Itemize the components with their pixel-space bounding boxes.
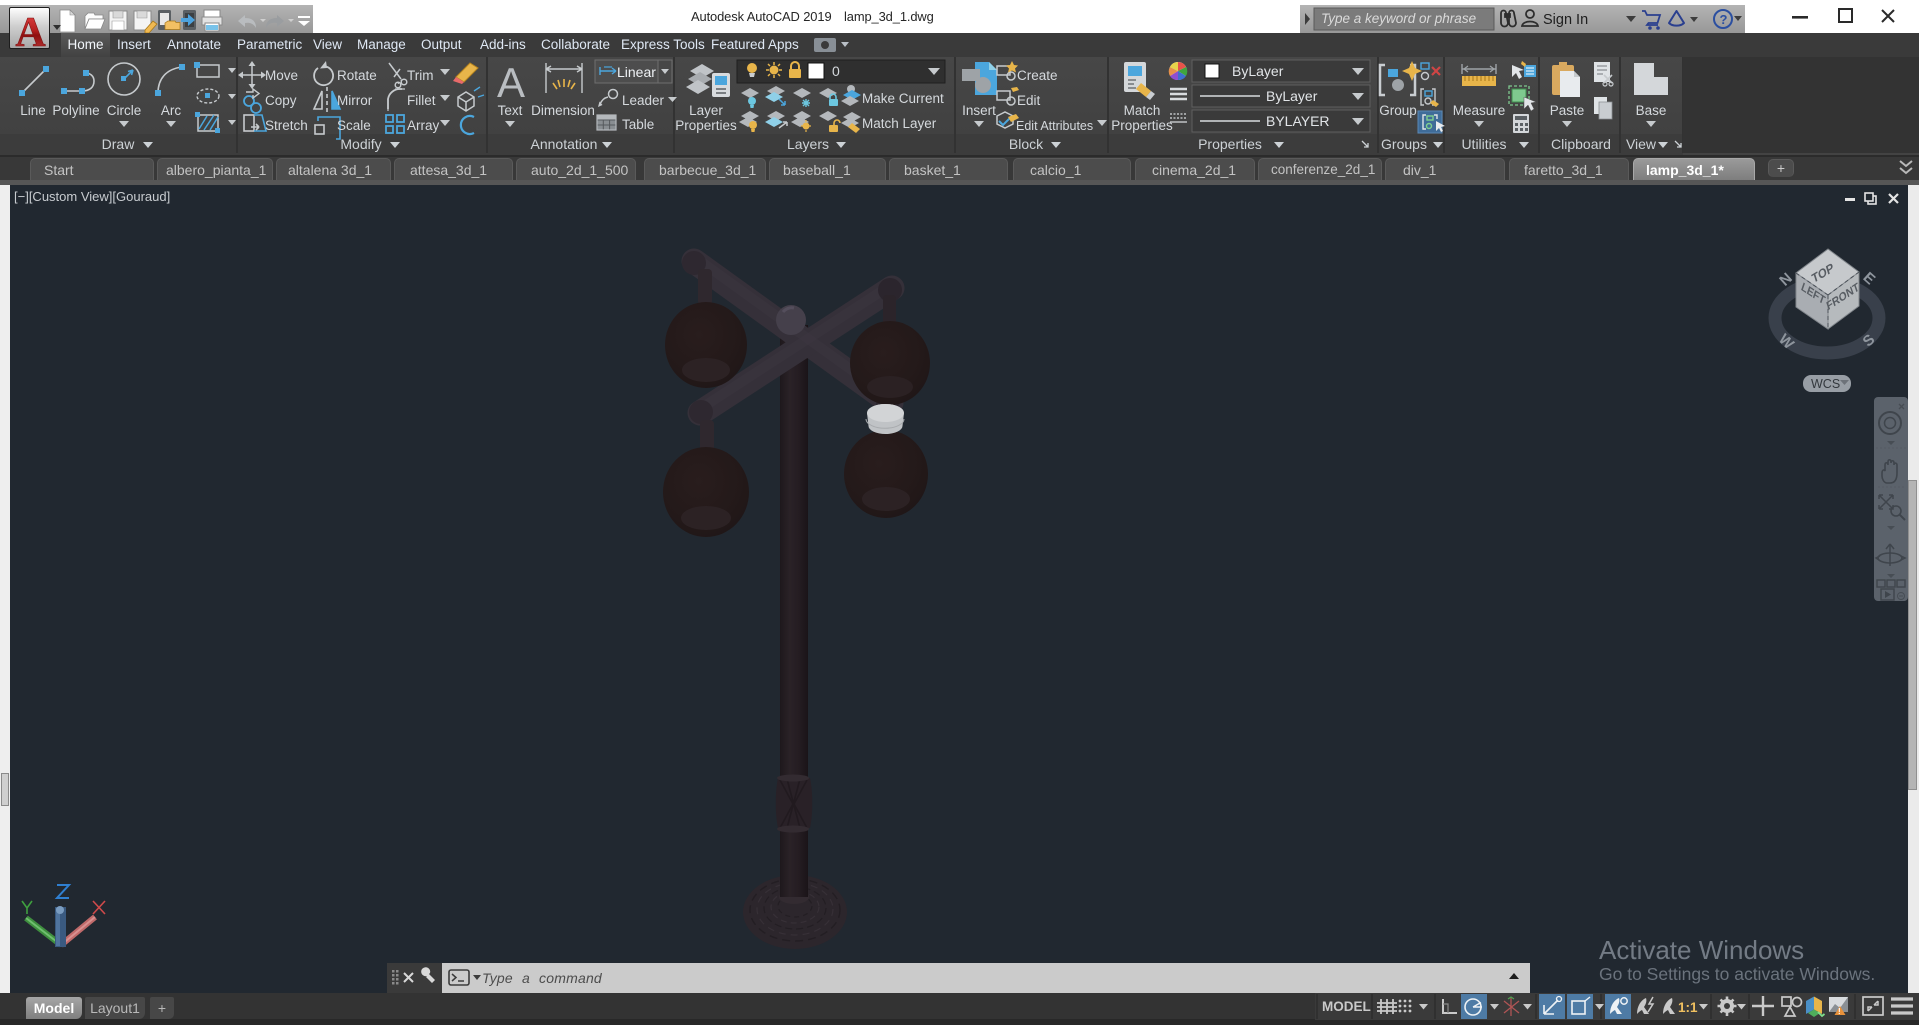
svg-text:Layer: Layer (689, 103, 723, 118)
svg-text:0: 0 (832, 63, 840, 79)
svg-text:Stretch: Stretch (265, 118, 308, 133)
svg-text:Group: Group (1379, 103, 1417, 118)
svg-text:Trim: Trim (407, 68, 434, 83)
svg-text:Text: Text (498, 103, 523, 118)
svg-text:Properties: Properties (1111, 118, 1173, 133)
svg-text:Arc: Arc (161, 103, 182, 118)
svg-text:Measure: Measure (1453, 103, 1506, 118)
svg-text:Layers: Layers (787, 136, 829, 152)
svg-text:Type a command: Type a command (482, 970, 603, 986)
svg-text:Dimension: Dimension (531, 103, 595, 118)
svg-text:Match: Match (1124, 103, 1161, 118)
svg-text:Array: Array (407, 118, 440, 133)
svg-text:Linear: Linear (617, 64, 656, 80)
svg-text:Fillet: Fillet (407, 93, 436, 108)
svg-text:Match Layer: Match Layer (862, 116, 937, 131)
svg-text:Block: Block (1009, 136, 1044, 152)
svg-text:Clipboard: Clipboard (1551, 136, 1611, 152)
svg-text:Copy: Copy (265, 93, 297, 108)
svg-text:!: ! (1838, 1007, 1841, 1016)
svg-text:MODEL: MODEL (1322, 999, 1371, 1014)
svg-text:Polyline: Polyline (52, 103, 99, 118)
svg-text:A: A (497, 59, 525, 106)
svg-text:Annotation: Annotation (531, 136, 598, 152)
svg-text:Base: Base (1636, 103, 1667, 118)
svg-text:View: View (1626, 136, 1657, 152)
svg-text:Move: Move (265, 68, 298, 83)
svg-text:1:1: 1:1 (1678, 1000, 1698, 1015)
svg-text:Circle: Circle (107, 103, 142, 118)
svg-text:Properties: Properties (675, 118, 737, 133)
svg-text:ByLayer: ByLayer (1232, 63, 1284, 79)
svg-text:Table: Table (622, 117, 654, 132)
svg-text:A: A (15, 10, 46, 50)
svg-text:Properties: Properties (1198, 136, 1262, 152)
svg-text:Edit: Edit (1017, 93, 1041, 108)
svg-text:Line: Line (20, 103, 46, 118)
svg-text:Edit Attributes: Edit Attributes (1016, 119, 1093, 133)
svg-text:Sign In: Sign In (1543, 12, 1588, 28)
svg-text:BYLAYER: BYLAYER (1266, 113, 1330, 129)
svg-text:Type a keyword or phrase: Type a keyword or phrase (1321, 11, 1476, 26)
svg-text:Leader: Leader (622, 93, 665, 108)
svg-text:ByLayer: ByLayer (1266, 88, 1318, 104)
svg-text:Insert: Insert (962, 103, 996, 118)
svg-text:Scale: Scale (337, 118, 371, 133)
svg-text:Rotate: Rotate (337, 68, 377, 83)
svg-text:Draw: Draw (102, 136, 136, 152)
svg-text:Create: Create (1017, 68, 1058, 83)
svg-text:Make Current: Make Current (862, 91, 944, 106)
svg-text:Groups: Groups (1381, 136, 1427, 152)
svg-text:Mirror: Mirror (337, 93, 373, 108)
svg-text:WCS: WCS (1811, 377, 1840, 391)
svg-text:?: ? (1720, 12, 1728, 27)
svg-text:Modify: Modify (340, 136, 381, 152)
svg-text:Utilities: Utilities (1461, 136, 1506, 152)
svg-text:Paste: Paste (1550, 103, 1585, 118)
